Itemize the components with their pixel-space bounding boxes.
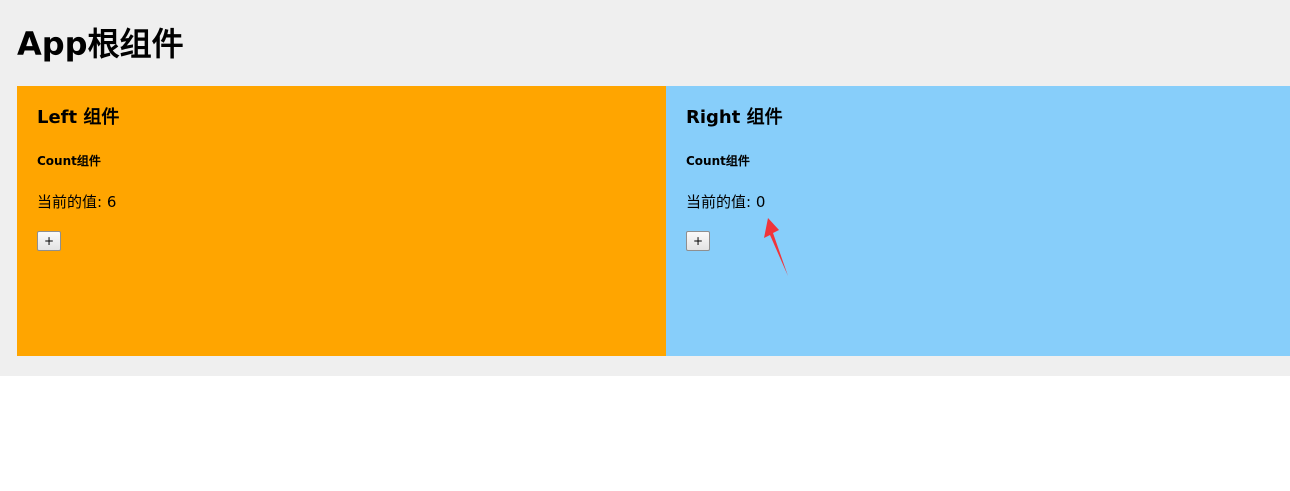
left-component-panel: Left 组件 Count组件 当前的值: 6 +	[17, 86, 666, 356]
left-count-value: 当前的值: 6	[37, 193, 117, 211]
app-title: App根组件	[17, 25, 184, 63]
right-count-heading: Count组件	[686, 154, 750, 168]
left-increment-button[interactable]: +	[37, 231, 61, 251]
right-count-value: 当前的值: 0	[686, 193, 766, 211]
right-increment-button[interactable]: +	[686, 231, 710, 251]
left-count-heading: Count组件	[37, 154, 101, 168]
left-component-title: Left 组件	[37, 107, 120, 128]
right-component-title: Right 组件	[686, 107, 783, 128]
red-arrow-icon	[764, 218, 788, 276]
app-root: App根组件 Left 组件 Count组件 当前的值: 6 + Right 组…	[0, 0, 1290, 376]
